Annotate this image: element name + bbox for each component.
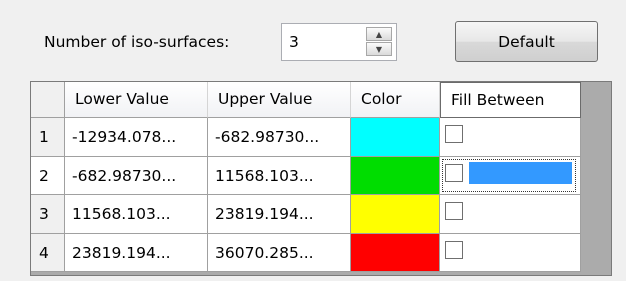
fill-between-cell[interactable] — [440, 195, 581, 234]
iso-surface-controls: Number of iso-surfaces: 3 ▲ ▼ Default — [0, 0, 626, 80]
column-header-fill-between[interactable]: Fill Between — [440, 82, 581, 118]
lower-value-cell[interactable]: 11568.103... — [65, 195, 208, 234]
row-header[interactable]: 4 — [31, 234, 65, 272]
lower-value-cell[interactable]: 23819.194... — [65, 234, 208, 272]
color-swatch-cell[interactable] — [351, 118, 440, 157]
upper-value-cell[interactable]: 36070.285... — [208, 234, 351, 272]
iso-surface-grid[interactable]: Lower Value Upper Value Color Fill Betwe… — [30, 81, 612, 276]
fill-between-cell[interactable] — [440, 118, 581, 157]
grid-corner[interactable] — [31, 82, 65, 118]
fill-between-cell[interactable] — [440, 157, 581, 195]
color-swatch-cell[interactable] — [351, 195, 440, 234]
iso-surfaces-label: Number of iso-surfaces: — [44, 33, 230, 51]
column-header-lower-value[interactable]: Lower Value — [65, 82, 208, 118]
lower-value-cell[interactable]: -682.98730... — [65, 157, 208, 195]
color-swatch-cell[interactable] — [351, 234, 440, 272]
spin-buttons: ▲ ▼ — [366, 27, 392, 57]
iso-surfaces-value[interactable]: 3 — [289, 33, 299, 51]
upper-value-cell[interactable]: -682.98730... — [208, 118, 351, 157]
upper-value-cell[interactable]: 23819.194... — [208, 195, 351, 234]
spin-up-arrow-icon[interactable]: ▲ — [366, 27, 392, 41]
column-header-upper-value[interactable]: Upper Value — [208, 82, 351, 118]
row-header[interactable]: 2 — [31, 157, 65, 195]
fill-between-checkbox[interactable] — [445, 202, 463, 220]
color-swatch-cell[interactable] — [351, 157, 440, 195]
iso-surfaces-spinner[interactable]: 3 ▲ ▼ — [281, 23, 397, 61]
row-header[interactable]: 3 — [31, 195, 65, 234]
default-button[interactable]: Default — [455, 21, 598, 62]
fill-between-checkbox[interactable] — [445, 125, 463, 143]
fill-between-checkbox[interactable] — [445, 241, 463, 259]
fill-between-cell[interactable] — [440, 234, 581, 272]
row-header[interactable]: 1 — [31, 118, 65, 157]
spin-down-arrow-icon[interactable]: ▼ — [366, 42, 392, 56]
upper-value-cell[interactable]: 11568.103... — [208, 157, 351, 195]
column-header-color[interactable]: Color — [351, 82, 440, 118]
lower-value-cell[interactable]: -12934.078... — [65, 118, 208, 157]
fill-between-checkbox[interactable] — [445, 164, 463, 182]
